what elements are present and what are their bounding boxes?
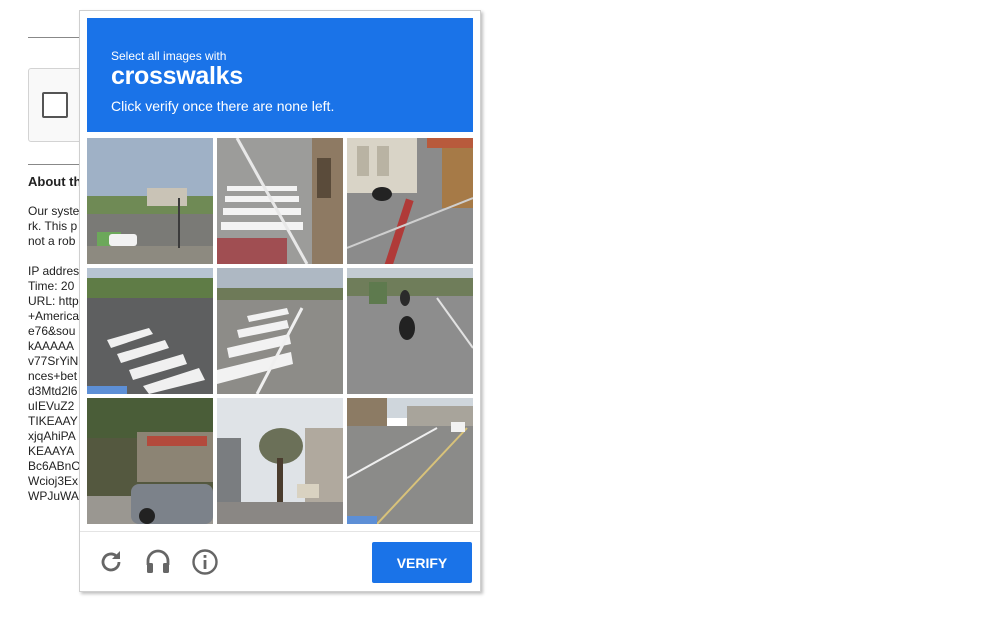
tile-crosswalk-highway[interactable] [217,268,343,394]
tile-street-parking-lot[interactable] [87,138,213,264]
detail-line: IP addres [28,264,80,278]
detail-line: Bc6ABnO [28,459,81,473]
image-grid [87,138,473,524]
footer-divider [80,531,480,532]
detail-line: Time: 20 [28,279,75,293]
crosswalk-highway-image [217,268,343,394]
street-trees-image [217,398,343,524]
tile-street-trees[interactable] [217,398,343,524]
prompt-target: crosswalks [111,62,243,90]
detail-line: d3Mtd2l6 [28,384,78,398]
tile-crosswalk-intersection[interactable] [87,268,213,394]
tile-crosswalk-sidewalk[interactable] [217,138,343,264]
crosswalk-intersection-image [87,268,213,394]
about-paragraph: Our syste rk. This p not a rob [28,204,80,248]
prompt-subtext: Click verify once there are none left. [111,98,335,114]
detail-line: xjqAhiPA [28,429,76,443]
detail-line: TIKEAAY [28,414,78,428]
tile-motorcyclist-street[interactable] [347,138,473,264]
detail-line: uIEVuZ2 [28,399,75,413]
detail-line: +America [28,309,80,323]
detail-line: e76&sou [28,324,76,338]
motorcycles-road-image [347,268,473,394]
prompt-instruction: Select all images with [111,49,227,63]
headphones-icon[interactable] [144,548,172,576]
tile-parked-car-building[interactable] [87,398,213,524]
verify-button[interactable]: VERIFY [372,542,472,583]
crosswalk-sidewalk-image [217,138,343,264]
street-parking-image [87,138,213,264]
challenge-header: Select all images with crosswalks Click … [87,18,473,132]
captcha-challenge-dialog: Select all images with crosswalks Click … [79,10,481,592]
about-heading: About th [28,174,82,189]
motorcyclist-street-image [347,138,473,264]
parked-car-building-image [87,398,213,524]
not-a-robot-checkbox[interactable] [42,92,68,118]
tile-city-road[interactable] [347,398,473,524]
request-details: IP addres Time: 20 URL: http +America e7… [28,264,81,504]
reload-icon[interactable] [97,548,125,576]
city-road-image [347,398,473,524]
tile-motorcycles-road[interactable] [347,268,473,394]
detail-line: nces+bet [28,369,78,383]
detail-line: WPJuWA [28,489,79,503]
info-icon[interactable] [191,548,219,576]
detail-line: Wcioj3Ex [28,474,79,488]
detail-line: kAAAAA [28,339,75,353]
detail-line: KEAAYA [28,444,75,458]
detail-line: URL: http [28,294,79,308]
detail-line: v77SrYiN [28,354,79,368]
